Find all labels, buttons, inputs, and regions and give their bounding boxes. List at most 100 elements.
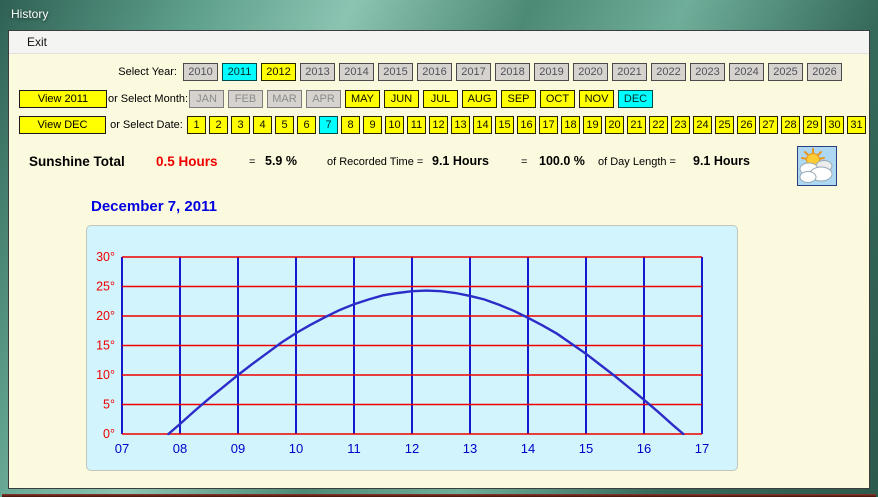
date-option-28[interactable]: 28 [781, 116, 800, 134]
sunshine-hours-value: 0.5 Hours [156, 154, 218, 169]
date-option-12[interactable]: 12 [429, 116, 448, 134]
weather-icon [797, 146, 837, 186]
date-option-29[interactable]: 29 [803, 116, 822, 134]
month-option-feb[interactable]: FEB [228, 90, 263, 108]
year-option-2022[interactable]: 2022 [651, 63, 686, 81]
date-options: 1 2 3 4 5 6 7 8 9 10 11 12 13 14 15 16 17 18 19 20 21 22 23 24 2… [187, 116, 869, 134]
year-option-2026[interactable]: 2026 [807, 63, 842, 81]
day-percent-value: 100.0 % [539, 154, 585, 168]
view-month-button[interactable]: View DEC [19, 116, 106, 134]
year-option-2024[interactable]: 2024 [729, 63, 764, 81]
svg-text:30°: 30° [96, 250, 115, 264]
recorded-percent-value: 5.9 % [265, 154, 297, 168]
date-option-21[interactable]: 21 [627, 116, 646, 134]
year-option-2025[interactable]: 2025 [768, 63, 803, 81]
date-option-23[interactable]: 23 [671, 116, 690, 134]
equals-sign-2: = [521, 156, 528, 168]
chart-panel: 07 08 09 10 11 12 13 14 15 16 17 0° 5° 10° 15° 20° 25° 30… [86, 225, 738, 471]
svg-text:12: 12 [405, 441, 419, 456]
month-option-oct[interactable]: OCT [540, 90, 575, 108]
date-option-9[interactable]: 9 [363, 116, 382, 134]
title-bar: History [0, 0, 878, 30]
date-option-11[interactable]: 11 [407, 116, 426, 134]
svg-text:07: 07 [115, 441, 129, 456]
month-option-dec[interactable]: DEC [618, 90, 653, 108]
date-option-2[interactable]: 2 [209, 116, 228, 134]
menu-item-exit[interactable]: Exit [18, 31, 56, 53]
svg-text:5°: 5° [103, 398, 115, 412]
month-option-nov[interactable]: NOV [579, 90, 614, 108]
day-hours-value: 9.1 Hours [693, 154, 750, 168]
year-option-2014[interactable]: 2014 [339, 63, 374, 81]
sun-elevation-chart: 07 08 09 10 11 12 13 14 15 16 17 0° 5° 10° 15° 20° 25° 30… [96, 250, 709, 456]
date-option-14[interactable]: 14 [473, 116, 492, 134]
date-option-3[interactable]: 3 [231, 116, 250, 134]
date-option-7[interactable]: 7 [319, 116, 338, 134]
select-year-label: Select Year: [118, 66, 177, 78]
date-option-24[interactable]: 24 [693, 116, 712, 134]
year-option-2012[interactable]: 2012 [261, 63, 296, 81]
svg-text:10: 10 [289, 441, 303, 456]
svg-text:17: 17 [695, 441, 709, 456]
svg-text:11: 11 [347, 441, 361, 456]
year-option-2020[interactable]: 2020 [573, 63, 608, 81]
date-option-10[interactable]: 10 [385, 116, 404, 134]
svg-text:09: 09 [231, 441, 245, 456]
sunshine-total-label: Sunshine Total [29, 154, 125, 169]
month-option-aug[interactable]: AUG [462, 90, 497, 108]
menu-bar: Exit [9, 31, 869, 54]
svg-text:25°: 25° [96, 280, 115, 294]
date-option-26[interactable]: 26 [737, 116, 756, 134]
date-option-4[interactable]: 4 [253, 116, 272, 134]
month-selector-row: View 2011 or Select Month: JAN FEB MAR APR M… [9, 90, 869, 108]
month-options: JAN FEB MAR APR MAY JUN JUL AUG SEP OCT NOV DEC [189, 90, 657, 108]
month-option-sep[interactable]: SEP [501, 90, 536, 108]
year-option-2018[interactable]: 2018 [495, 63, 530, 81]
year-selector-row: Select Year: 2010 2011 2012 2013 2014 2015 201… [9, 63, 869, 81]
content-area: Select Year: 2010 2011 2012 2013 2014 2015 201… [9, 54, 869, 488]
svg-text:0°: 0° [103, 427, 115, 441]
date-option-8[interactable]: 8 [341, 116, 360, 134]
date-option-31[interactable]: 31 [847, 116, 866, 134]
date-option-1[interactable]: 1 [187, 116, 206, 134]
date-option-18[interactable]: 18 [561, 116, 580, 134]
year-option-2011[interactable]: 2011 [222, 63, 257, 81]
year-option-2017[interactable]: 2017 [456, 63, 491, 81]
month-option-may[interactable]: MAY [345, 90, 380, 108]
date-option-13[interactable]: 13 [451, 116, 470, 134]
date-option-20[interactable]: 20 [605, 116, 624, 134]
date-option-16[interactable]: 16 [517, 116, 536, 134]
view-year-button[interactable]: View 2011 [19, 90, 107, 108]
year-option-2021[interactable]: 2021 [612, 63, 647, 81]
select-date-label: or Select Date: [110, 119, 183, 131]
chart-date-title: December 7, 2011 [91, 198, 217, 215]
date-option-30[interactable]: 30 [825, 116, 844, 134]
month-option-jul[interactable]: JUL [423, 90, 458, 108]
svg-text:14: 14 [521, 441, 535, 456]
svg-text:13: 13 [463, 441, 477, 456]
year-option-2015[interactable]: 2015 [378, 63, 413, 81]
select-month-label: or Select Month: [107, 93, 189, 105]
window-title: History [11, 7, 49, 21]
month-option-jun[interactable]: JUN [384, 90, 419, 108]
svg-text:08: 08 [173, 441, 187, 456]
date-selector-row: View DEC or Select Date: 1 2 3 4 5 6 7 8 9 10 11 12… [9, 116, 869, 134]
date-option-27[interactable]: 27 [759, 116, 778, 134]
year-option-2013[interactable]: 2013 [300, 63, 335, 81]
month-option-apr[interactable]: APR [306, 90, 341, 108]
date-option-6[interactable]: 6 [297, 116, 316, 134]
date-option-19[interactable]: 19 [583, 116, 602, 134]
year-option-2010[interactable]: 2010 [183, 63, 218, 81]
recorded-hours-value: 9.1 Hours [432, 154, 489, 168]
month-option-jan[interactable]: JAN [189, 90, 224, 108]
date-option-15[interactable]: 15 [495, 116, 514, 134]
date-option-22[interactable]: 22 [649, 116, 668, 134]
date-option-5[interactable]: 5 [275, 116, 294, 134]
month-option-mar[interactable]: MAR [267, 90, 302, 108]
equals-sign-1: = [249, 156, 256, 168]
date-option-17[interactable]: 17 [539, 116, 558, 134]
date-option-25[interactable]: 25 [715, 116, 734, 134]
year-option-2019[interactable]: 2019 [534, 63, 569, 81]
year-option-2023[interactable]: 2023 [690, 63, 725, 81]
year-option-2016[interactable]: 2016 [417, 63, 452, 81]
